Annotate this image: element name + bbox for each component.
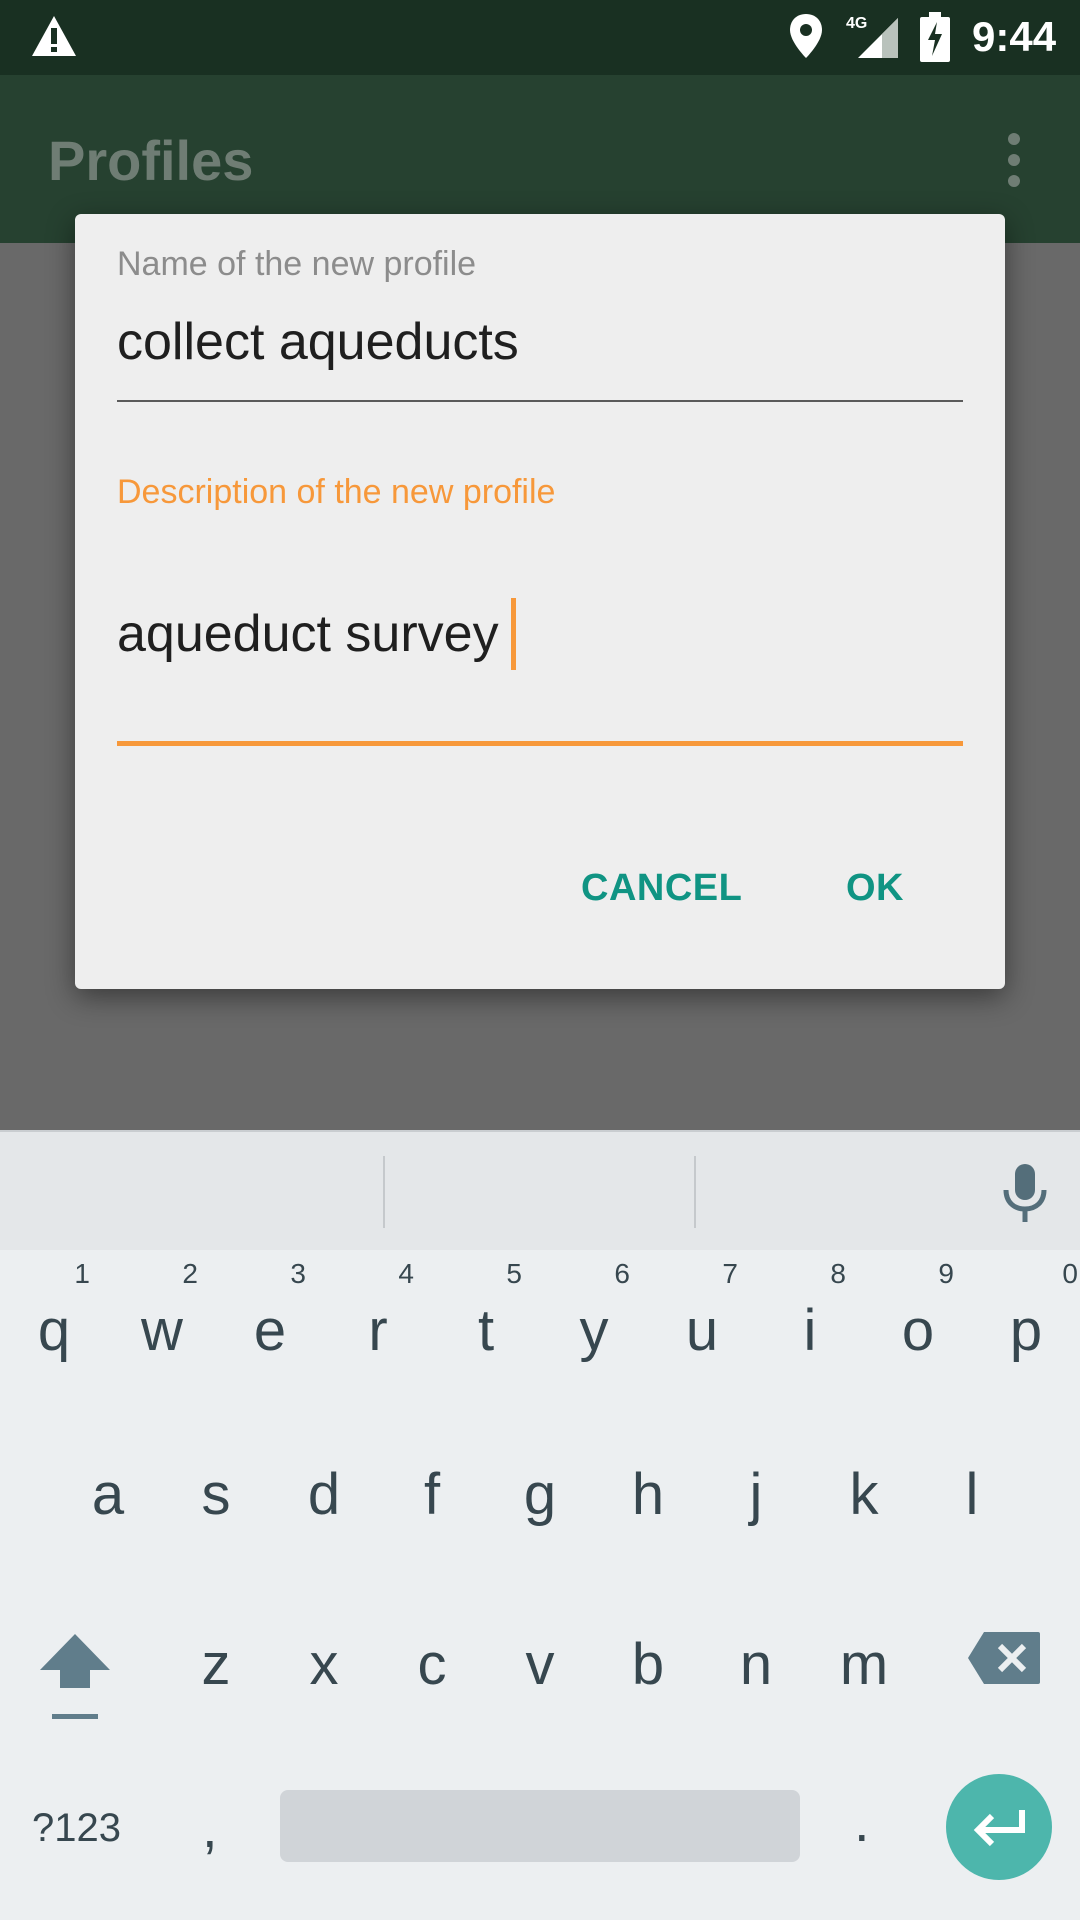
key-h[interactable]: h: [594, 1460, 702, 1530]
key-u[interactable]: u7: [648, 1258, 756, 1366]
key-hint: 9: [938, 1258, 954, 1289]
overflow-menu-icon[interactable]: [1004, 133, 1024, 187]
key-k[interactable]: k: [810, 1460, 918, 1530]
key-label: p: [1009, 1298, 1043, 1363]
key-a[interactable]: a: [54, 1460, 162, 1530]
key-label: i: [803, 1298, 817, 1363]
key-c[interactable]: c: [378, 1630, 486, 1700]
backspace-icon[interactable]: [966, 1630, 1042, 1686]
description-field-value[interactable]: aqueduct survey: [117, 594, 499, 674]
key-m[interactable]: m: [810, 1630, 918, 1700]
key-d[interactable]: d: [270, 1460, 378, 1530]
key-z[interactable]: z: [162, 1630, 270, 1700]
key-s[interactable]: s: [162, 1460, 270, 1530]
key-hint: 4: [398, 1258, 414, 1289]
status-bar: 4G 9:44: [0, 0, 1080, 75]
clock: 9:44: [972, 13, 1057, 60]
key-label: o: [901, 1298, 935, 1363]
suggestion-divider: [694, 1156, 696, 1228]
description-field[interactable]: aqueduct survey: [117, 594, 963, 746]
key-v[interactable]: v: [486, 1630, 594, 1700]
new-profile-dialog: Name of the new profile collect aqueduct…: [75, 214, 1005, 989]
key-p[interactable]: p0: [972, 1258, 1080, 1366]
key-t[interactable]: t5: [432, 1258, 540, 1366]
key-label: u: [685, 1298, 719, 1363]
space-bar[interactable]: [280, 1790, 800, 1862]
svg-text:4G: 4G: [846, 15, 867, 32]
key-label: t: [477, 1298, 495, 1363]
key-hint: 0: [1062, 1258, 1078, 1289]
warning-icon: [32, 16, 76, 56]
key-g[interactable]: g: [486, 1460, 594, 1530]
comma-key[interactable]: ,: [202, 1796, 218, 1860]
key-hint: 8: [830, 1258, 846, 1289]
key-q[interactable]: q1: [0, 1258, 108, 1366]
enter-icon: [973, 1810, 1025, 1847]
signal-4g-icon: 4G: [846, 15, 898, 58]
key-n[interactable]: n: [702, 1630, 810, 1700]
shift-icon[interactable]: [36, 1630, 114, 1722]
suggestion-strip: [0, 1130, 1080, 1250]
key-label: r: [368, 1298, 388, 1363]
cancel-button[interactable]: CANCEL: [581, 864, 742, 912]
key-hint: 5: [506, 1258, 522, 1289]
key-x[interactable]: x: [270, 1630, 378, 1700]
battery-charging-icon: [920, 12, 950, 62]
key-i[interactable]: i8: [756, 1258, 864, 1366]
key-l[interactable]: l: [918, 1460, 1026, 1530]
key-hint: 2: [182, 1258, 198, 1289]
key-f[interactable]: f: [378, 1460, 486, 1530]
key-e[interactable]: e3: [216, 1258, 324, 1366]
key-label: w: [141, 1298, 183, 1363]
key-j[interactable]: j: [702, 1460, 810, 1530]
key-label: q: [37, 1298, 71, 1363]
ok-button[interactable]: OK: [846, 864, 904, 912]
key-label: e: [253, 1298, 287, 1363]
name-field-value[interactable]: collect aqueducts: [117, 312, 963, 372]
symbols-key[interactable]: ?123: [32, 1804, 121, 1852]
key-o[interactable]: o9: [864, 1258, 972, 1366]
location-icon: [790, 14, 822, 58]
description-field-label: Description of the new profile: [117, 473, 556, 511]
key-r[interactable]: r4: [324, 1258, 432, 1366]
page-title: Profiles: [48, 129, 254, 192]
key-hint: 7: [722, 1258, 738, 1289]
key-hint: 1: [74, 1258, 90, 1289]
key-w[interactable]: w2: [108, 1258, 216, 1366]
period-key[interactable]: .: [854, 1790, 870, 1854]
key-y[interactable]: y6: [540, 1258, 648, 1366]
key-label: y: [579, 1298, 609, 1363]
microphone-icon[interactable]: [1000, 1162, 1050, 1224]
key-b[interactable]: b: [594, 1630, 702, 1700]
enter-key[interactable]: [946, 1774, 1052, 1880]
key-hint: 3: [290, 1258, 306, 1289]
suggestion-divider: [383, 1156, 385, 1228]
name-field[interactable]: collect aqueducts: [117, 312, 963, 402]
name-field-label: Name of the new profile: [117, 245, 477, 283]
key-hint: 6: [614, 1258, 630, 1289]
text-cursor: [510, 598, 516, 670]
